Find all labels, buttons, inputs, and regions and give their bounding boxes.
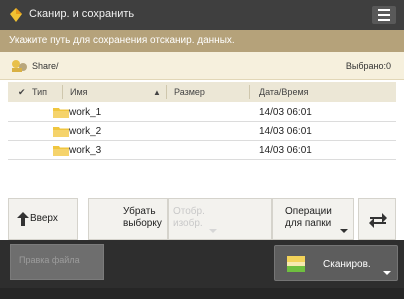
column-size[interactable]: Размер <box>174 87 205 97</box>
selected-count: Выбрано:0 <box>345 61 391 71</box>
menu-icon <box>378 9 390 11</box>
select-all-check[interactable]: ✔ <box>18 87 26 98</box>
scan-button[interactable]: Сканиров. <box>274 245 398 281</box>
up-arrow-icon <box>17 212 29 226</box>
sort-ascending-icon: ▲ <box>153 88 161 97</box>
folder-operations-label-line1: Операции <box>285 206 332 217</box>
folder-operations-button[interactable]: Операции для папки <box>272 198 354 240</box>
edit-file-label: Правка файла <box>19 255 80 265</box>
column-type[interactable]: Тип <box>32 87 47 97</box>
table-row[interactable]: work_2 14/03 06:01 <box>8 122 396 141</box>
instruction-text: Укажите путь для сохранения отсканир. да… <box>9 35 235 46</box>
file-table-header: ✔ Тип Имя ▲ Размер Дата/Время <box>8 82 396 102</box>
window-title: Сканир. и сохранить <box>29 8 135 20</box>
clear-selection-button[interactable]: Убрать выборку <box>88 198 168 240</box>
folder-icon <box>53 108 69 118</box>
view-image-button[interactable]: Отобр. изобр. <box>168 198 272 240</box>
clear-selection-label-line2: выборку <box>123 218 162 229</box>
table-row[interactable]: work_1 14/03 06:01 <box>8 103 396 122</box>
up-button[interactable]: Вверх <box>8 198 78 240</box>
row-name: work_2 <box>69 126 102 137</box>
view-image-label-line1: Отобр. <box>173 206 205 217</box>
folder-icon <box>53 127 69 137</box>
row-name: work_1 <box>69 107 102 118</box>
refresh-button[interactable] <box>358 198 396 240</box>
view-image-dropdown-icon <box>209 229 217 233</box>
up-label: Вверх <box>30 213 58 224</box>
folder-icon <box>53 146 69 156</box>
clear-selection-label-line1: Убрать <box>123 206 156 217</box>
column-name[interactable]: Имя <box>70 87 88 97</box>
table-row[interactable]: work_3 14/03 06:01 <box>8 141 396 160</box>
path-bar: Share/ Выбрано:0 <box>0 52 404 80</box>
current-path: Share/ <box>32 61 59 71</box>
view-image-label-line2: изобр. <box>173 218 203 229</box>
title-bar: Сканир. и сохранить <box>0 0 404 30</box>
toolbar: Вверх Убрать выборку Отобр. изобр. Опера… <box>8 198 396 240</box>
bottom-strip <box>0 288 404 299</box>
menu-button[interactable] <box>372 6 396 24</box>
row-date: 14/03 06:01 <box>259 107 312 118</box>
edit-file-button[interactable]: Правка файла <box>10 244 104 280</box>
scan-dropdown-icon <box>383 271 391 275</box>
row-name: work_3 <box>69 145 102 156</box>
instruction-bar: Укажите путь для сохранения отсканир. да… <box>0 30 404 52</box>
scanner-icon <box>10 8 22 22</box>
network-share-icon <box>12 60 27 72</box>
folder-operations-dropdown-icon <box>340 229 348 233</box>
scan-label: Сканиров. <box>323 259 371 270</box>
refresh-icon <box>369 213 387 228</box>
row-date: 14/03 06:01 <box>259 145 312 156</box>
column-date[interactable]: Дата/Время <box>259 87 309 97</box>
row-date: 14/03 06:01 <box>259 126 312 137</box>
folder-operations-label-line2: для папки <box>285 218 332 229</box>
footer-bar: Правка файла Сканиров. <box>0 240 404 288</box>
scan-icon <box>287 256 305 272</box>
